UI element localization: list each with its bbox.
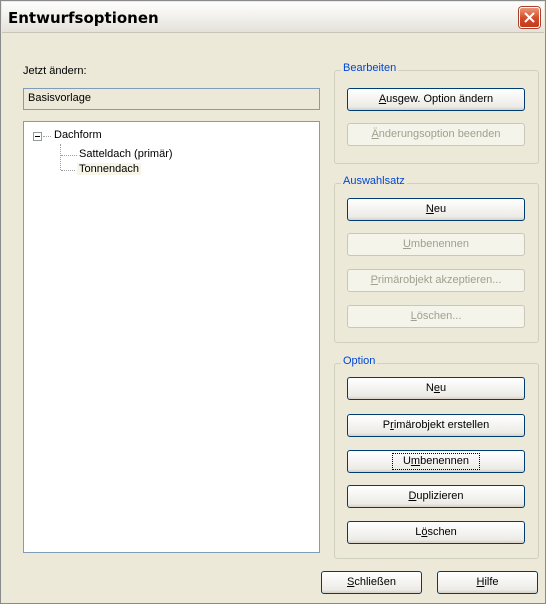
option-new-button[interactable]: Neu bbox=[347, 377, 525, 400]
tree-node-child[interactable]: Satteldach (primär) bbox=[79, 148, 173, 160]
help-button[interactable]: Hilfe bbox=[437, 571, 538, 594]
tree-node-root[interactable]: Dachform bbox=[54, 129, 102, 141]
design-options-dialog: Entwurfsoptionen Jetzt ändern: Basisvorl… bbox=[0, 0, 546, 604]
option-group-legend: Option bbox=[341, 355, 378, 367]
selection-rename-button[interactable]: Umbenennen bbox=[347, 233, 525, 256]
close-button[interactable]: Schließen bbox=[321, 571, 422, 594]
close-window-button[interactable] bbox=[519, 7, 540, 28]
current-option-field: Basisvorlage bbox=[23, 88, 320, 110]
selection-new-button[interactable]: Neu bbox=[347, 198, 525, 221]
option-rename-button[interactable]: Umbenennen bbox=[347, 450, 525, 473]
close-icon bbox=[524, 12, 535, 23]
selection-delete-button[interactable]: Löschen... bbox=[347, 305, 525, 328]
end-change-option-button[interactable]: Änderungsoption beenden bbox=[347, 123, 525, 146]
edit-group bbox=[334, 70, 539, 164]
option-duplicate-button[interactable]: Duplizieren bbox=[347, 485, 525, 508]
option-delete-button[interactable]: Löschen bbox=[347, 521, 525, 544]
dialog-title: Entwurfsoptionen bbox=[8, 9, 159, 27]
selection-set-group-legend: Auswahlsatz bbox=[341, 175, 407, 187]
edit-group-legend: Bearbeiten bbox=[341, 62, 399, 74]
change-now-label: Jetzt ändern: bbox=[23, 65, 87, 77]
create-primary-button[interactable]: Primärobjekt erstellen bbox=[347, 414, 525, 437]
accept-primary-button[interactable]: Primärobjekt akzeptieren... bbox=[347, 269, 525, 292]
change-selected-option-button[interactable]: Ausgew. Option ändern bbox=[347, 88, 525, 111]
title-bar[interactable]: Entwurfsoptionen bbox=[2, 2, 544, 33]
collapse-icon[interactable] bbox=[33, 132, 42, 141]
tree-node-child-selected[interactable]: Tonnendach bbox=[77, 163, 141, 175]
design-option-tree[interactable]: Dachform Satteldach (primär) Tonnendach bbox=[23, 121, 320, 553]
